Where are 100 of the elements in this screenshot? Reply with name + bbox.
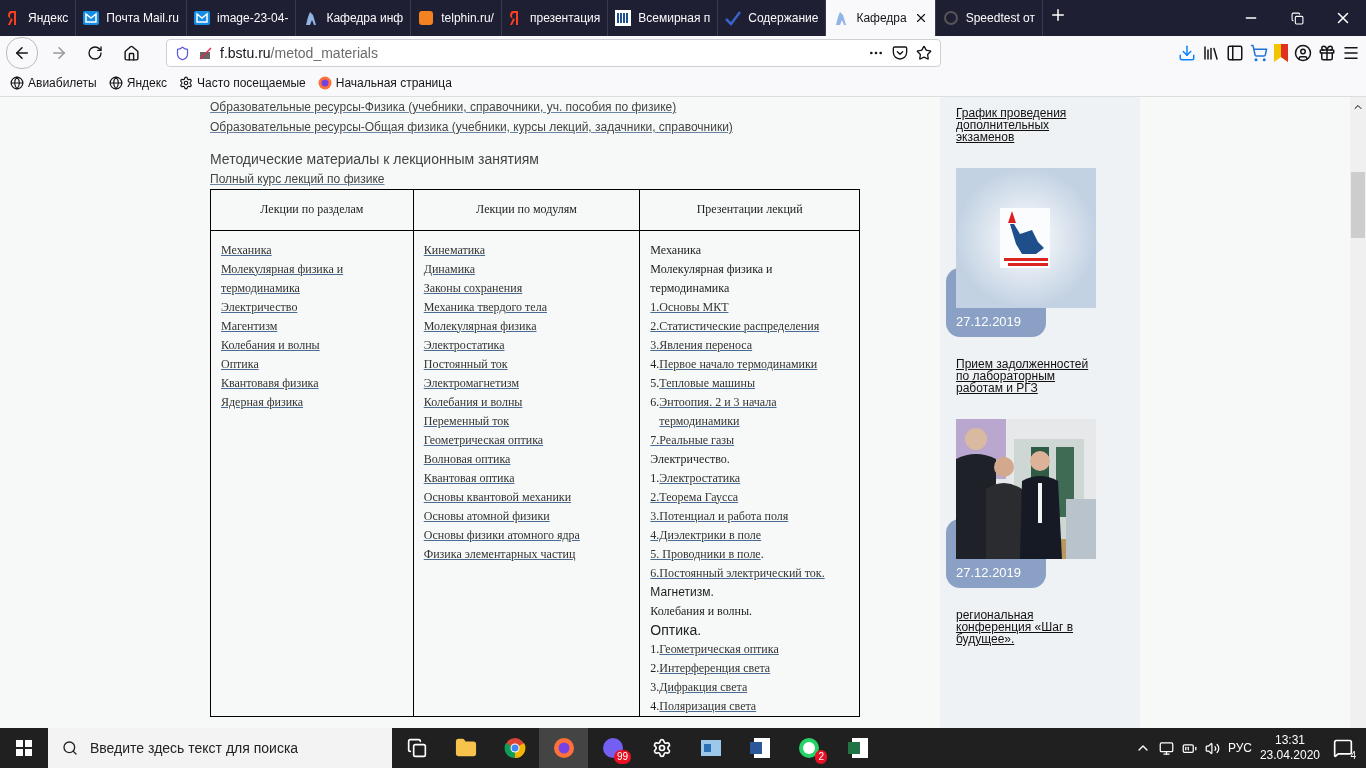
envelope-icon <box>194 10 211 26</box>
presentation-link[interactable]: 6.Постоянный электрический ток. <box>650 563 825 583</box>
resource-link[interactable]: Образовательные ресурсы-Общая физика (учебники, курсы лекций, задачники, справочники) <box>210 117 733 137</box>
course-link[interactable]: Полный курс лекций по физике <box>210 169 385 189</box>
home-icon[interactable] <box>122 44 140 62</box>
section-label: Молекулярная физика и термодинамика <box>650 260 774 297</box>
cart-icon[interactable] <box>1250 44 1268 62</box>
presentation-link[interactable]: Первое начало термодинамики <box>659 354 818 374</box>
lecture-link[interactable]: Молекулярная физика и термодинамика <box>221 259 403 298</box>
reload-icon[interactable] <box>87 45 103 61</box>
windows-icon[interactable] <box>16 740 32 756</box>
library-icon[interactable] <box>1202 44 1220 62</box>
presentation-link[interactable]: 7.Реальные газы <box>650 430 735 450</box>
browser-tab[interactable]: Кафедра <box>826 0 936 36</box>
presentation-link[interactable]: Электростатика <box>659 468 741 488</box>
lecture-link[interactable]: Электростатика <box>423 335 505 355</box>
lecture-link[interactable]: Постоянный ток <box>423 354 508 374</box>
lecture-link[interactable]: Основы физики атомного ядра <box>423 525 580 545</box>
taskbar-app[interactable]: 99 <box>588 728 637 768</box>
news-link[interactable]: Прием задолженностей по лабораторным работам и РГЗ <box>956 358 1098 394</box>
news-link[interactable]: региональная конференция «Шаг в будущее». <box>956 609 1098 645</box>
count-badge: 99 <box>613 750 631 764</box>
insecure-lock-icon <box>198 46 212 60</box>
presentation-link[interactable]: Геометрическая оптика <box>659 639 779 659</box>
grid-icon <box>615 10 632 26</box>
lecture-link[interactable]: Оптика <box>221 354 259 374</box>
resource-link[interactable]: Образовательные ресурсы-Физика (учебники, справочники, уч. пособия по физике) <box>210 97 677 117</box>
pocket-icon[interactable] <box>892 45 908 61</box>
lecture-link[interactable]: Молекулярная физика <box>423 316 537 336</box>
sidebar-icon[interactable] <box>1226 44 1244 62</box>
lecture-link[interactable]: Кинематика <box>423 240 486 260</box>
section-label: Механика <box>650 241 701 259</box>
star-icon[interactable] <box>916 45 932 61</box>
window-icon <box>699 737 722 759</box>
scroll-thumb[interactable] <box>1351 172 1365 238</box>
notification-button[interactable]: 4 <box>1328 733 1358 763</box>
restore-icon[interactable] <box>1290 11 1304 25</box>
tab-icon <box>418 10 435 26</box>
network-icon[interactable] <box>1158 740 1174 756</box>
forward-icon[interactable] <box>50 44 68 62</box>
bookmark-icon[interactable] <box>1274 44 1288 62</box>
back-button[interactable] <box>6 37 38 69</box>
bookmark-item[interactable]: Начальная страница <box>317 76 452 90</box>
scrollbar[interactable] <box>1350 97 1366 728</box>
lecture-link[interactable]: Колебания и волны <box>423 392 523 412</box>
lecture-link[interactable]: Физика элементарных частиц <box>423 544 576 564</box>
download-icon[interactable] <box>1178 44 1196 62</box>
browser-icon <box>503 737 526 759</box>
bookmark-item[interactable]: Яндекс <box>108 76 168 90</box>
presentation-link[interactable]: 2.Статистические распределения <box>650 316 820 336</box>
taskbar-app[interactable]: 2 <box>784 728 833 768</box>
globe-icon <box>10 76 24 90</box>
bookmark-item[interactable]: Часто посещаемые <box>179 76 306 90</box>
presentation-link[interactable]: Интерференция света <box>659 658 771 678</box>
presentation-link[interactable]: 5. Проводники в поле <box>650 544 761 564</box>
lecture-link[interactable]: Квантовавя физика <box>221 373 319 393</box>
presentation-link[interactable]: Энтоопия. 2 и 3 начала термодинамики <box>659 392 849 431</box>
lecture-link[interactable]: Волновая оптика <box>423 449 511 469</box>
lecture-link[interactable]: Основы атомной физики <box>423 506 550 526</box>
lecture-link[interactable]: Переменный ток <box>423 411 510 431</box>
presentation-link[interactable]: 3.Потенциал и работа поля <box>650 506 789 526</box>
clock[interactable]: 13:31 23.04.2020 <box>1259 733 1320 763</box>
presentation-link[interactable]: 3.Явления переноса <box>650 335 753 355</box>
lecture-link[interactable]: Электричество <box>221 297 298 317</box>
item-number: 4. <box>650 355 660 373</box>
news-link[interactable]: График проведения дополнительных экзаменов <box>956 107 1098 143</box>
presentation-link[interactable]: Поляризация света <box>659 696 757 716</box>
bookmark-item[interactable]: Авиабилеты <box>10 76 97 90</box>
browser-icon <box>552 737 575 759</box>
lecture-link[interactable]: Квантовая оптика <box>423 468 515 488</box>
address-field[interactable]: f.bstu.ru/metod_materials <box>166 39 941 67</box>
lecture-link[interactable]: Электромагнетизм <box>423 373 519 393</box>
lecture-link[interactable]: Механика <box>221 240 272 260</box>
folder-icon <box>454 737 477 759</box>
lecture-link[interactable]: Магентизм <box>221 316 278 336</box>
gauge-icon <box>942 10 959 26</box>
gift-icon[interactable] <box>1318 44 1336 62</box>
menu-icon[interactable] <box>1342 44 1360 62</box>
presentation-link[interactable]: 2.Теорема Гаусса <box>650 487 739 507</box>
language-indicator[interactable]: РУС <box>1227 741 1252 755</box>
browser-icon <box>317 76 332 90</box>
section-label: Колебания и волны. <box>650 602 753 620</box>
account-icon[interactable] <box>1294 44 1312 62</box>
presentation-link[interactable]: Дифракция света <box>659 677 748 697</box>
chat-icon <box>797 737 820 759</box>
search-field[interactable]: Введите здесь текст для поиска <box>48 728 392 768</box>
presentation-link[interactable]: Тепловые машины <box>659 373 755 393</box>
lecture-link[interactable]: Ядерная физика <box>221 392 304 412</box>
presentation-link[interactable]: 4.Диэлектрики в поле <box>650 525 762 545</box>
lecture-link[interactable]: Механика твердого тела <box>423 297 547 317</box>
volume-icon[interactable] <box>1204 740 1220 756</box>
lecture-link[interactable]: Основы квантовой механики <box>423 487 572 507</box>
presentation-link[interactable]: 1.Основы МКТ <box>650 297 729 317</box>
lecture-link[interactable]: Колебания и волны <box>221 335 320 355</box>
back-icon <box>13 44 31 62</box>
section-label: Электричество. <box>650 450 730 468</box>
lecture-link[interactable]: Законы сохранения <box>423 278 523 298</box>
lecture-link[interactable]: Динамика <box>423 259 476 279</box>
section-label: Магнетизм. <box>650 583 714 601</box>
lecture-link[interactable]: Геометрическая оптика <box>423 430 544 450</box>
